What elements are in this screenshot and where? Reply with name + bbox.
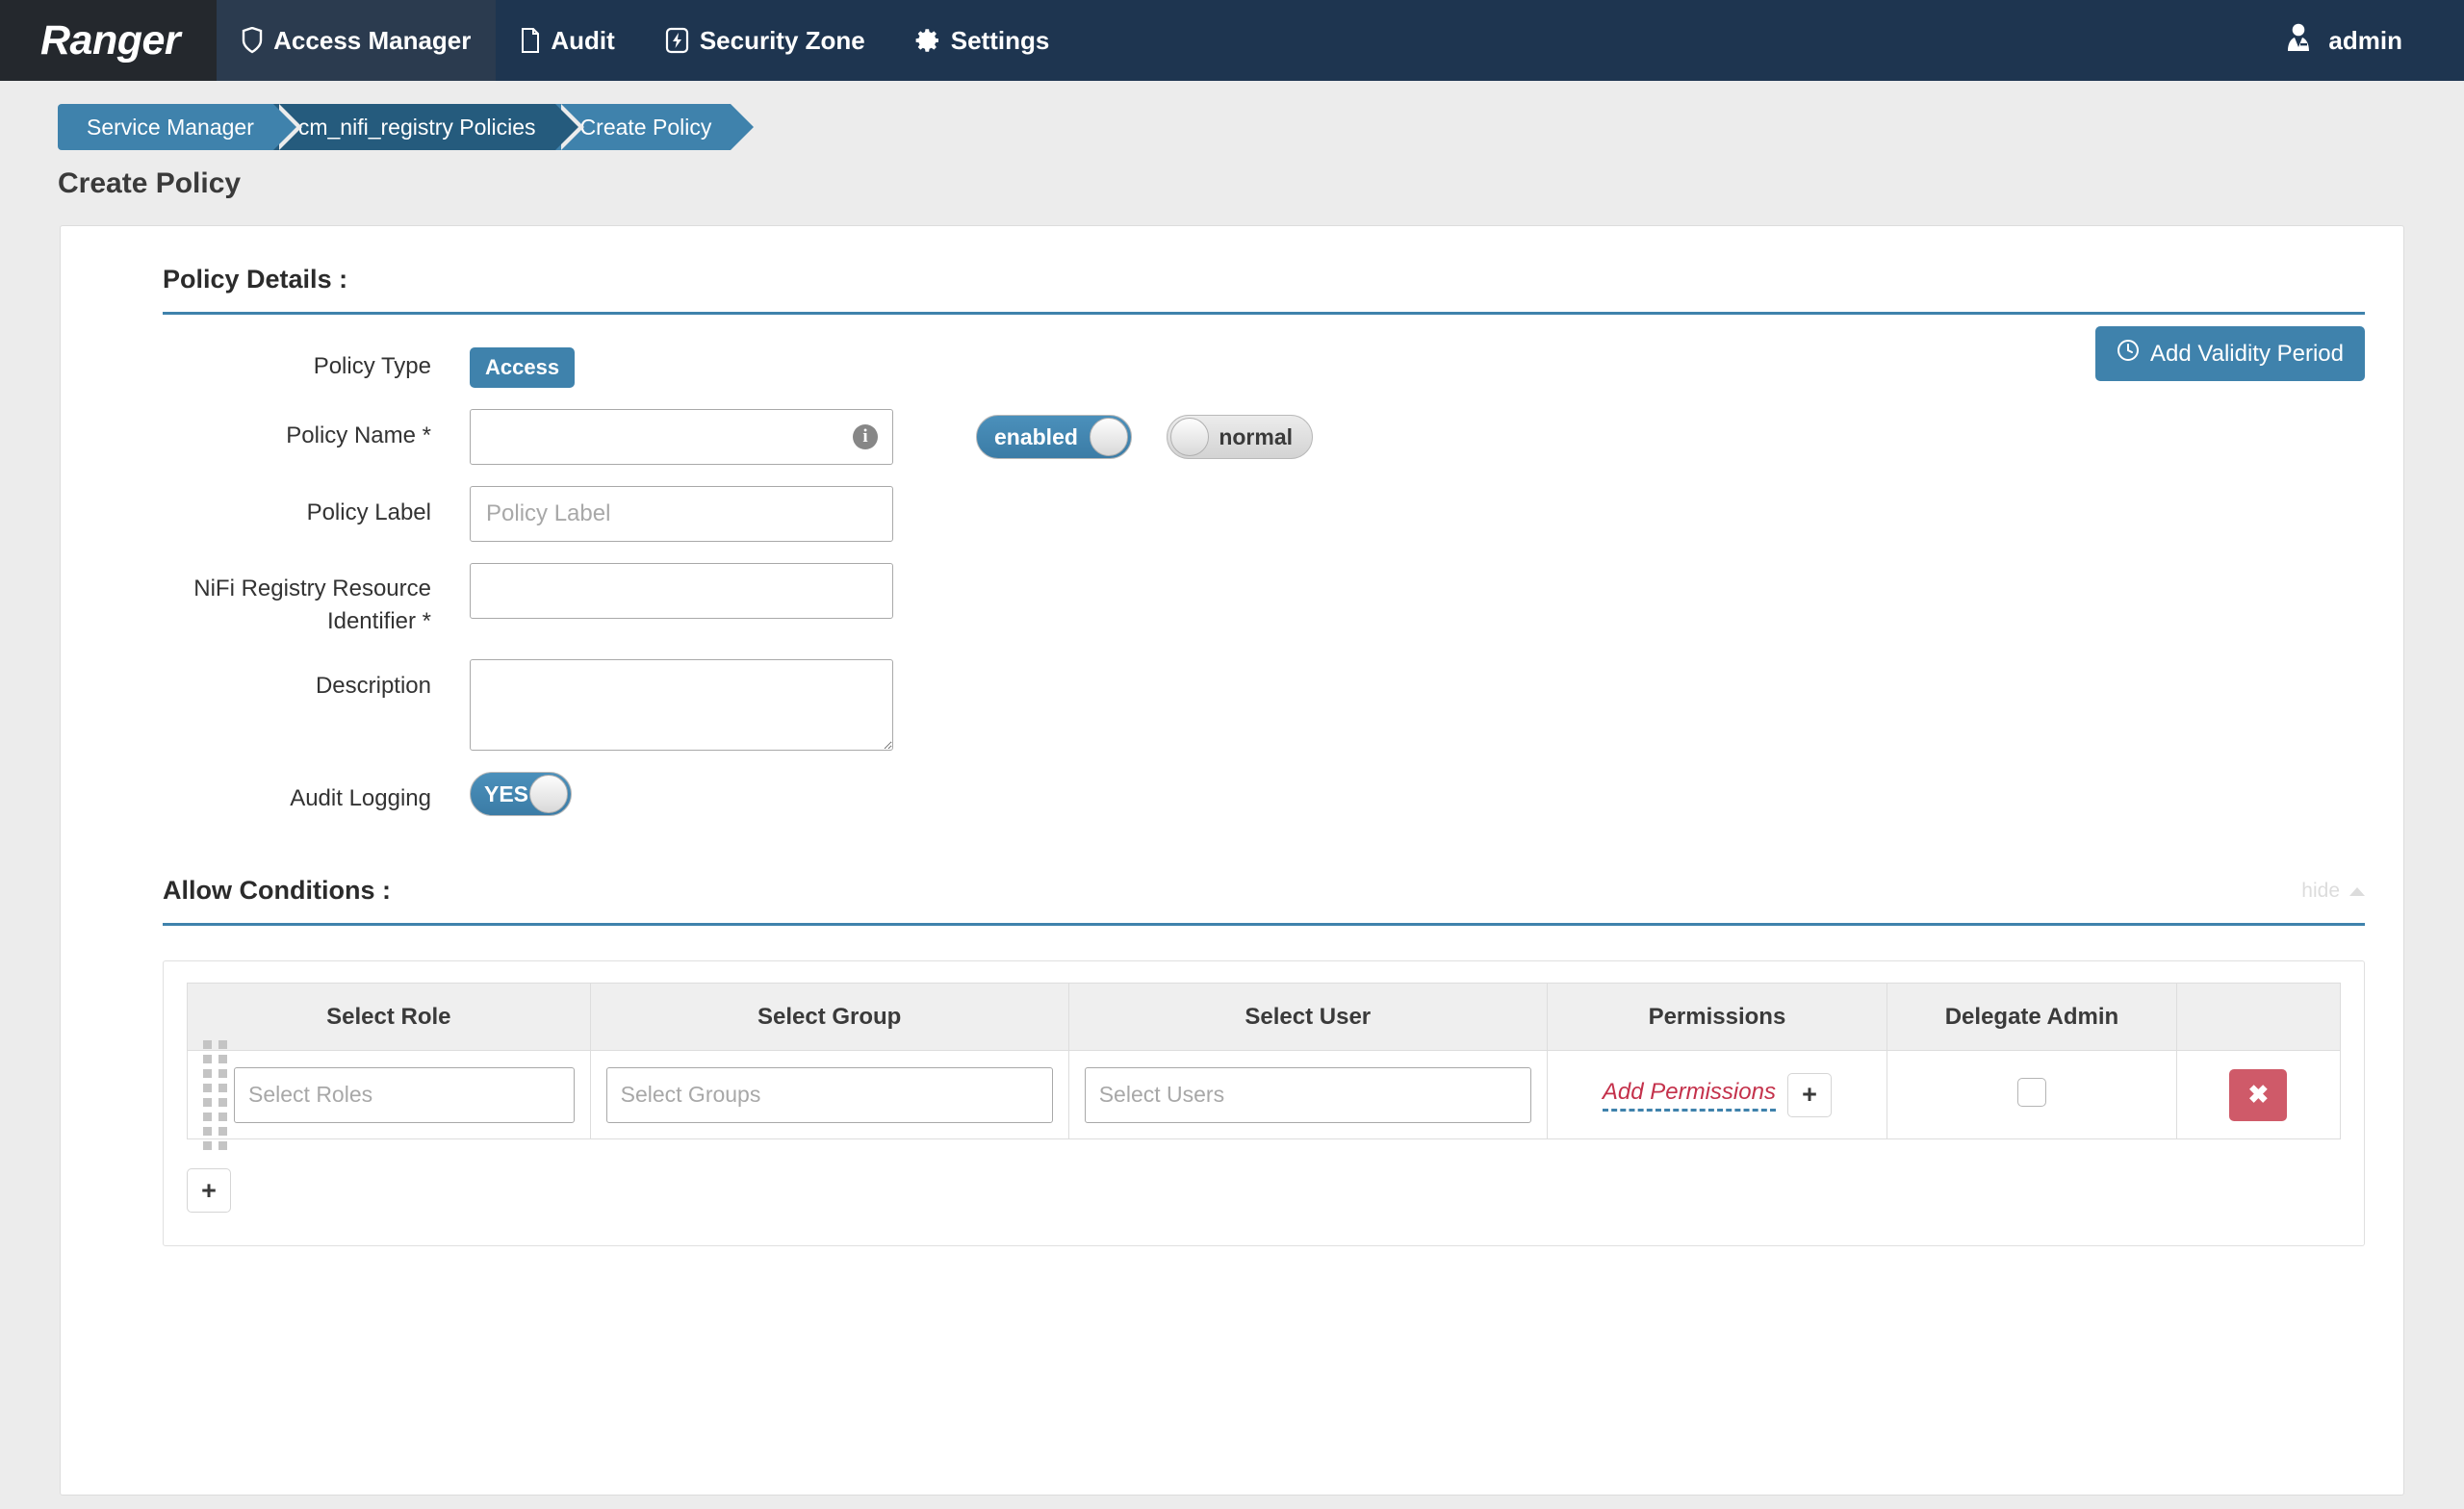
add-permissions-button[interactable]: + [1787,1073,1832,1117]
add-permissions-link[interactable]: Add Permissions [1603,1079,1776,1112]
drag-handle-icon[interactable] [203,1040,227,1150]
policy-label-label: Policy Label [61,486,470,530]
create-policy-card: Policy Details : Add Validity Period Pol… [60,225,2404,1496]
shield-icon [242,27,263,54]
resource-identifier-label: NiFi Registry Resource Identifier * [61,563,470,638]
gear-icon [915,28,940,53]
policy-status-toggles: enabled normal [976,415,1313,459]
delete-row-button[interactable]: ✖ [2229,1069,2287,1121]
breadcrumb-item-service-manager[interactable]: Service Manager [58,104,273,150]
file-icon [521,28,540,53]
clock-icon [2117,339,2140,369]
policy-label-row: Policy Label [61,486,2403,542]
breadcrumb-arrow [731,104,754,150]
allow-conditions-title: Allow Conditions : [163,876,391,906]
add-condition-row-button[interactable]: + [187,1168,231,1213]
policy-details-header: Policy Details : [163,226,2365,315]
breadcrumb-arrow [273,104,296,150]
description-textarea[interactable] [470,659,893,751]
table-header-row: Select Role Select Group Select User Per… [188,984,2341,1051]
breadcrumb-label: cm_nifi_registry Policies [298,115,536,141]
cell-delegate-admin [1887,1051,2177,1139]
toggle-knob [1090,418,1128,456]
select-groups-input[interactable] [606,1067,1053,1123]
cell-select-role [188,1051,591,1139]
allow-conditions-hide-toggle[interactable]: hide [2301,880,2365,906]
policy-name-row: Policy Name * i enabled normal [61,409,2403,465]
column-header-select-user: Select User [1068,984,1547,1051]
policy-type-label: Policy Type [61,340,470,384]
policy-details-form: Add Validity Period Policy Type Access P… [61,315,2403,816]
cell-actions: ✖ [2176,1051,2340,1139]
bolt-icon [665,27,689,54]
enabled-toggle-label: enabled [977,424,1078,450]
column-header-delegate-admin: Delegate Admin [1887,984,2177,1051]
normal-toggle-label: normal [1219,424,1312,450]
resource-identifier-row: NiFi Registry Resource Identifier * [61,563,2403,638]
select-roles-input[interactable] [234,1067,575,1123]
resource-identifier-input[interactable] [470,563,893,619]
nav-settings-label: Settings [951,26,1050,56]
ranger-logo[interactable]: Ranger [0,0,217,81]
add-validity-period-button[interactable]: Add Validity Period [2095,326,2365,381]
breadcrumb: Service Manager cm_nifi_registry Policie… [0,81,2464,150]
cell-permissions: Add Permissions + [1547,1051,1886,1139]
nav-security-zone[interactable]: Security Zone [640,0,890,81]
policy-type-row: Policy Type Access [61,340,2403,388]
enabled-toggle[interactable]: enabled [976,415,1132,459]
allow-conditions-header: Allow Conditions : hide [163,837,2365,926]
add-validity-period-label: Add Validity Period [2150,341,2344,368]
nav-access-manager[interactable]: Access Manager [217,0,496,81]
user-avatar-icon [2282,22,2315,60]
audit-logging-toggle-label: YES [471,781,528,807]
column-header-actions [2176,984,2340,1051]
nav-security-zone-label: Security Zone [700,26,865,56]
nav-audit-label: Audit [551,26,614,56]
description-row: Description [61,659,2403,751]
add-row-wrap: + [187,1168,2341,1213]
resource-identifier-label-line1: NiFi Registry Resource [61,573,431,605]
policy-details-title: Policy Details : [163,265,347,294]
top-navbar: Ranger Access Manager Audit Security Zon… [0,0,2464,81]
audit-logging-toggle[interactable]: YES [470,772,572,816]
policy-label-input[interactable] [470,486,893,542]
breadcrumb-arrow [555,104,578,150]
policy-type-badge: Access [470,347,575,388]
audit-logging-label: Audit Logging [61,772,470,816]
policy-name-label: Policy Name * [61,409,470,453]
column-header-select-role: Select Role [188,984,591,1051]
column-header-select-group: Select Group [590,984,1068,1051]
allow-conditions-panel: Select Role Select Group Select User Per… [163,960,2365,1246]
nav-settings[interactable]: Settings [890,0,1075,81]
toggle-knob [1170,418,1209,456]
delegate-admin-checkbox[interactable] [2017,1078,2046,1107]
nav-access-manager-label: Access Manager [273,26,471,56]
user-name-label: admin [2328,26,2402,56]
cell-select-group [590,1051,1068,1139]
page-title: Create Policy [0,150,2464,200]
info-icon[interactable]: i [853,424,878,449]
breadcrumb-item-policies[interactable]: cm_nifi_registry Policies [273,104,555,150]
table-row: Add Permissions + ✖ [188,1051,2341,1139]
allow-conditions-table: Select Role Select Group Select User Per… [187,983,2341,1139]
policy-name-input[interactable] [470,409,893,465]
resource-identifier-label-line2: Identifier * [61,605,431,638]
normal-toggle[interactable]: normal [1167,415,1313,459]
column-header-permissions: Permissions [1547,984,1886,1051]
policy-name-input-wrap: i [470,409,893,465]
audit-logging-row: Audit Logging YES [61,772,2403,816]
user-menu[interactable]: admin [2282,22,2402,60]
nav-audit[interactable]: Audit [496,0,639,81]
hide-label: hide [2301,880,2340,903]
breadcrumb-label: Create Policy [580,115,712,141]
description-label: Description [61,659,470,703]
caret-up-icon [2349,887,2365,896]
select-users-input[interactable] [1085,1067,1531,1123]
breadcrumb-label: Service Manager [87,115,254,141]
cell-select-user [1068,1051,1547,1139]
toggle-knob [529,775,568,813]
